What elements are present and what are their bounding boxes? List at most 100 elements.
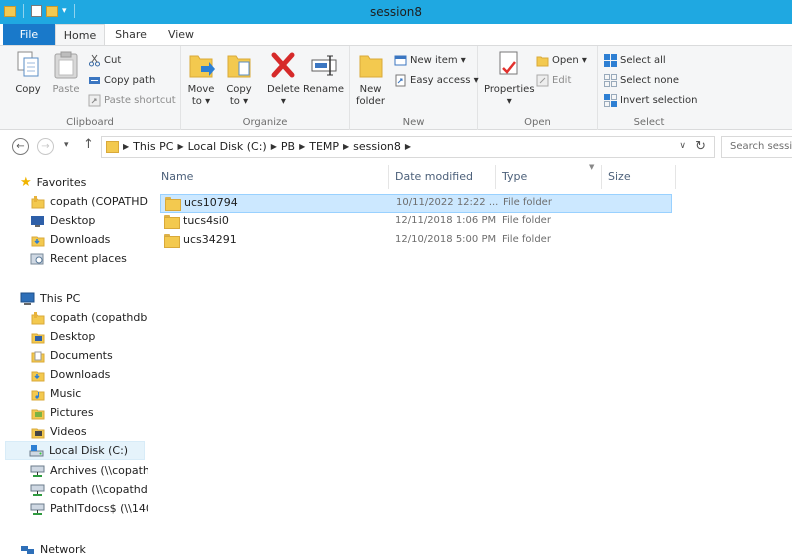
table-row[interactable]: ucs34291 12/10/2018 5:00 PM File folder: [160, 232, 672, 251]
easy-access-button[interactable]: Easy access ▾: [394, 72, 479, 88]
desktop-icon: [30, 214, 45, 228]
select-group: Select all Select none Invert selection …: [598, 46, 700, 130]
nav-item-label: Archives (\\copathd: [50, 464, 148, 477]
delete-button[interactable]: Delete ▾: [267, 50, 300, 108]
breadcrumb-temp[interactable]: TEMP: [309, 140, 339, 153]
nav-item-downloads-favorite[interactable]: Downloads: [30, 230, 110, 249]
copy-path-label: Copy path: [104, 74, 156, 86]
new-item-icon: [394, 54, 407, 67]
copy-to-label-2: to ▾: [229, 96, 249, 107]
new-item-button[interactable]: New item ▾: [394, 52, 466, 68]
paste-button[interactable]: Paste: [52, 50, 80, 96]
nav-item-pathitdocs[interactable]: PathITdocs$ (\\140.2: [30, 499, 148, 518]
search-input[interactable]: Search session8: [721, 136, 792, 158]
table-row[interactable]: ucs10794 10/11/2022 12:22 ... File folde…: [160, 194, 672, 213]
nav-item-label: Desktop: [50, 330, 96, 343]
paste-shortcut-button[interactable]: Paste shortcut: [88, 92, 176, 108]
breadcrumb-separator-icon[interactable]: ▶: [405, 142, 411, 151]
breadcrumb-local-disk[interactable]: Local Disk (C:): [188, 140, 267, 153]
nav-item-recent-places[interactable]: Recent places: [30, 249, 127, 268]
refresh-icon[interactable]: ↻: [695, 139, 706, 154]
open-group: Properties ▾ Open ▾ Edit Open: [478, 46, 598, 130]
tab-file[interactable]: File: [3, 24, 55, 45]
clipboard-group-label: Clipboard: [66, 117, 114, 128]
music-icon: [30, 387, 45, 401]
nav-item-local-disk[interactable]: Local Disk (C:): [5, 441, 145, 460]
file-name: tucs4si0: [183, 214, 229, 227]
move-to-label-2: to ▾: [191, 96, 211, 107]
forward-arrow-icon[interactable]: →: [37, 138, 54, 155]
nav-item-documents[interactable]: Documents: [30, 346, 113, 365]
tab-home[interactable]: Home: [55, 24, 105, 45]
nav-favorites[interactable]: ★ Favorites: [20, 173, 86, 192]
breadcrumb-pb[interactable]: PB: [281, 140, 295, 153]
breadcrumb-separator-icon[interactable]: ▶: [177, 142, 183, 151]
file-name: ucs34291: [183, 233, 237, 246]
delete-icon: [269, 50, 297, 80]
select-none-button[interactable]: Select none: [604, 72, 679, 88]
file-name-cell: ucs10794: [165, 196, 238, 211]
breadcrumb-separator-icon[interactable]: ▶: [299, 142, 305, 151]
nav-item-downloads[interactable]: Downloads: [30, 365, 110, 384]
nav-item-label: copath (\\copathdb: [50, 483, 148, 496]
nav-item-videos[interactable]: Videos: [30, 422, 87, 441]
column-header-size[interactable]: Size: [602, 165, 676, 189]
new-folder-button[interactable]: New folder: [356, 50, 385, 108]
organize-group: Move to ▾ Copy to ▾ Delete ▾ Rename Orga…: [181, 46, 350, 130]
nav-item-label: Music: [50, 387, 82, 400]
nav-item-copath-favorite[interactable]: copath (COPATHDB: [30, 192, 148, 211]
explorer-window: ▾ session8 File Home Share View Copy Pas…: [0, 0, 792, 558]
copy-path-button[interactable]: Copy path: [88, 72, 155, 88]
recent-places-icon: [30, 252, 45, 266]
paste-shortcut-label: Paste shortcut: [104, 94, 176, 106]
copy-button[interactable]: Copy: [14, 50, 42, 96]
column-header-name[interactable]: Name: [155, 165, 389, 189]
nav-item-label: Downloads: [50, 233, 111, 246]
scissors-icon: [88, 54, 101, 67]
nav-item-desktop-favorite[interactable]: Desktop: [30, 211, 95, 230]
recent-locations-chevron-icon[interactable]: ▾: [64, 140, 69, 150]
column-header-type[interactable]: Type: [496, 165, 602, 189]
properties-button[interactable]: Properties ▾: [484, 50, 535, 108]
tab-view[interactable]: View: [157, 24, 205, 45]
rename-label: Rename: [303, 84, 345, 95]
open-button[interactable]: Open ▾: [536, 52, 587, 68]
breadcrumb-separator-icon[interactable]: ▶: [123, 142, 129, 151]
delete-label-2: ▾: [280, 96, 286, 107]
rename-button[interactable]: Rename: [303, 50, 344, 96]
nav-item-music[interactable]: Music: [30, 384, 81, 403]
back-arrow-icon[interactable]: ←: [12, 138, 29, 155]
tab-share[interactable]: Share: [107, 24, 155, 45]
select-all-button[interactable]: Select all: [604, 52, 666, 68]
organize-group-label: Organize: [242, 117, 288, 128]
invert-selection-button[interactable]: Invert selection: [604, 92, 698, 108]
user-folder-icon: [30, 195, 45, 209]
table-row[interactable]: tucs4si0 12/11/2018 1:06 PM File folder: [160, 213, 672, 232]
edit-button[interactable]: Edit: [536, 72, 571, 88]
breadcrumb-separator-icon[interactable]: ▶: [271, 142, 277, 151]
file-list: ▼ Name Date modified Type Size ucs10794 …: [149, 163, 792, 558]
breadcrumb-separator-icon[interactable]: ▶: [343, 142, 349, 151]
nav-item-pictures[interactable]: Pictures: [30, 403, 94, 422]
nav-item-archives[interactable]: Archives (\\copathd: [30, 461, 148, 480]
select-all-label: Select all: [620, 54, 666, 66]
copy-to-button[interactable]: Copy to ▾: [225, 50, 253, 108]
nav-item-desktop[interactable]: Desktop: [30, 327, 95, 346]
nav-this-pc[interactable]: This PC: [20, 289, 80, 308]
breadcrumb-session8[interactable]: session8: [353, 140, 401, 153]
column-header-date[interactable]: Date modified: [389, 165, 496, 189]
address-history-chevron-icon[interactable]: ∨: [679, 141, 686, 151]
nav-item-copath-network[interactable]: copath (\\copathdb: [30, 480, 148, 499]
nav-item-label: Local Disk (C:): [49, 444, 129, 457]
cut-button[interactable]: Cut: [88, 52, 121, 68]
nav-network[interactable]: Network: [20, 540, 86, 558]
breadcrumb-this-pc[interactable]: This PC: [133, 140, 173, 153]
move-to-button[interactable]: Move to ▾: [187, 50, 215, 108]
address-bar[interactable]: ▶ This PC ▶ Local Disk (C:) ▶ PB ▶ TEMP …: [101, 136, 715, 158]
copy-to-label-1: Copy: [226, 84, 252, 95]
nav-item-copath-pc[interactable]: copath (copathdb (C: [30, 308, 148, 327]
clipboard-group: Copy Paste Cut Copy path Paste shortcut …: [0, 46, 181, 130]
documents-icon: [30, 349, 45, 363]
easy-access-icon: [394, 74, 407, 87]
up-arrow-icon[interactable]: ↑: [83, 137, 94, 152]
